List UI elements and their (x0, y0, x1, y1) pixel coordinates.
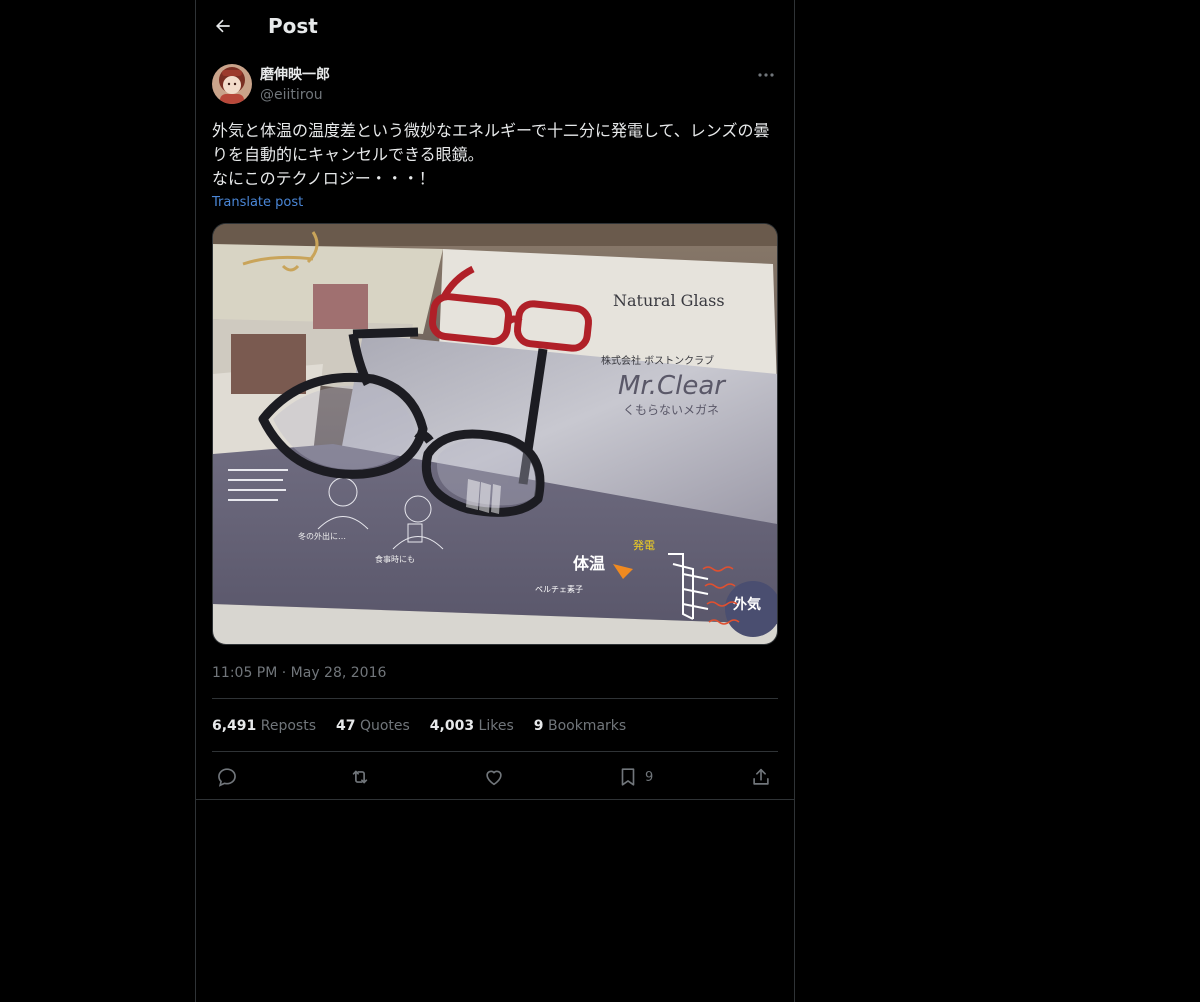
image-brand-text: Mr.Clear (618, 371, 727, 401)
stat-likes[interactable]: 4,003 Likes (430, 717, 514, 737)
stat-label: Bookmarks (547, 718, 627, 734)
share-button[interactable] (750, 763, 772, 791)
stat-quotes[interactable]: 47 Quotes (336, 717, 410, 737)
post-actions: 9 (212, 763, 778, 791)
divider (196, 799, 794, 800)
image-tagline-text: くもらないメガネ (623, 403, 719, 417)
share-icon (753, 768, 769, 785)
divider (212, 751, 778, 752)
image-company-text: 株式会社 ボストンクラブ (601, 354, 714, 367)
stat-label: Quotes (359, 718, 410, 734)
image-peltier-text: ペルチェ素子 (535, 584, 583, 594)
user-handle[interactable]: @eiitirou (260, 86, 323, 104)
back-button[interactable] (206, 9, 240, 43)
reply-icon (218, 768, 236, 787)
stat-count: 9 (533, 718, 544, 734)
post-text: 外気と体温の温度差という微妙なエネルギーで十二分に発電して、レンズの曇りを自動的… (212, 121, 770, 188)
image-power-text: 発電 (633, 538, 655, 552)
translate-post-link[interactable]: Translate post (212, 194, 303, 212)
post-author: 磨伸映一郎 @eiitirou (212, 64, 778, 106)
divider (212, 698, 778, 699)
heart-icon (486, 770, 502, 786)
reply-button[interactable] (216, 763, 238, 791)
stat-bookmarks[interactable]: 9 Bookmarks (534, 717, 626, 737)
bookmark-button[interactable]: 9 (617, 763, 653, 791)
stat-count: 6,491 (212, 718, 257, 734)
arrow-left-icon (216, 19, 230, 33)
repost-icon (352, 770, 368, 784)
image-body-temp-text: 体温 (573, 554, 605, 573)
bookmark-icon (621, 768, 635, 786)
stat-count: 4,003 (429, 718, 475, 734)
post-stats: 6,491 Reposts 47 Quotes 4,003 Likes 9 Bo… (212, 717, 626, 737)
stat-label: Reposts (260, 718, 316, 734)
image-winter-text: 冬の外出に… (298, 531, 346, 541)
bookmark-count: 9 (645, 769, 654, 785)
display-name[interactable]: 磨伸映一郎 (260, 66, 330, 84)
post-header: Post (196, 0, 794, 53)
image-mealtime-text: 食事時にも (375, 554, 415, 564)
more-options-button[interactable] (754, 66, 778, 84)
avatar[interactable] (212, 64, 252, 104)
post-column: Post 磨伸映一郎 @eiitirou 外気と体温の温度差という微妙なエネルギ… (195, 0, 795, 1002)
more-horizontal-icon (758, 73, 774, 77)
stat-count: 47 (336, 718, 356, 734)
image-outside-air-text: 外気 (733, 596, 761, 613)
page-title: Post (268, 14, 318, 38)
image-natural-glass-text: Natural Glass (613, 291, 725, 310)
post-image[interactable]: Natural Glass 株式会社 ボストンクラブ Mr.Clear くもらな… (212, 223, 778, 645)
stat-label: Likes (478, 718, 514, 734)
like-button[interactable] (483, 763, 505, 791)
stat-reposts[interactable]: 6,491 Reposts (212, 717, 316, 737)
repost-button[interactable] (349, 763, 371, 791)
post-timestamp[interactable]: 11:05 PM · May 28, 2016 (212, 664, 386, 682)
